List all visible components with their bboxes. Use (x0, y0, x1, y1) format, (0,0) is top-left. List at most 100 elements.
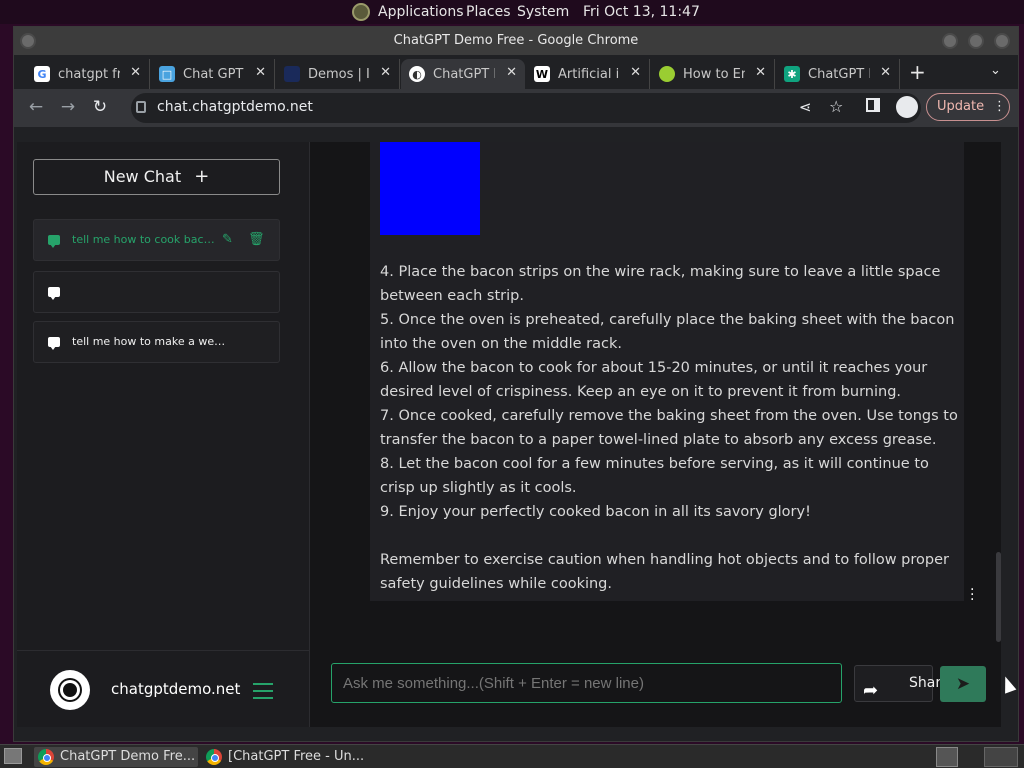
demos-icon (284, 66, 300, 82)
new-chat-label: New Chat (103, 167, 182, 186)
chat-icon: □ (159, 66, 175, 82)
message-closing: Remember to exercise caution when handli… (380, 552, 949, 592)
gnome-logo-icon[interactable] (352, 3, 370, 21)
tab-label: Demos | In (308, 66, 370, 82)
tab-label: ChatGPT F (808, 66, 870, 82)
show-desktop-icon[interactable] (4, 748, 22, 764)
menu-applications[interactable]: Applications (378, 4, 464, 20)
taskbar-item-chatgpt-free[interactable]: [ChatGPT Free - Un... (202, 747, 372, 767)
openai-icon: ✱ (784, 66, 800, 82)
site-name: chatgptdemo.net (111, 680, 241, 698)
google-icon: G (34, 66, 50, 82)
sidebar: New Chat + tell me how to cook bacon ✎ 🗑… (17, 142, 310, 727)
workspace-switcher[interactable] (984, 747, 1018, 767)
new-chat-button[interactable]: New Chat + (33, 159, 280, 195)
close-tab-icon[interactable]: ✕ (255, 65, 266, 80)
window-menu-button[interactable] (20, 33, 36, 49)
tab-label: chatgpt fre (58, 66, 120, 82)
assistant-message: 4. Place the bacon strips on the wire ra… (370, 142, 974, 607)
message-line: 5. Once the oven is preheated, carefully… (380, 312, 955, 352)
edit-icon[interactable]: ✎ (222, 232, 233, 247)
minimize-button[interactable] (942, 33, 958, 49)
wikipedia-icon: W (534, 66, 550, 82)
tab-how-to[interactable]: How to En ✕ (651, 59, 775, 89)
chat-item-label: tell me how to cook bacon (72, 233, 217, 246)
update-button[interactable]: Update ⋮ (926, 93, 1010, 121)
chat-item-cook-bacon[interactable]: tell me how to cook bacon ✎ 🗑 (33, 219, 280, 261)
tab-label: Chat GPT C (183, 66, 245, 82)
close-tab-icon[interactable]: ✕ (880, 65, 891, 80)
site-logo-icon (50, 670, 90, 710)
chevron-down-icon[interactable]: ⌄ (990, 63, 1001, 78)
close-tab-icon[interactable]: ✕ (755, 65, 766, 80)
message-line: 8. Let the bacon cool for a few minutes … (380, 456, 929, 496)
close-tab-icon[interactable]: ✕ (630, 65, 641, 80)
chrome-icon (206, 749, 222, 765)
taskbar-item-chatgpt-demo[interactable]: ChatGPT Demo Fre... (34, 747, 198, 767)
chat-main: 4. Place the bacon strips on the wire ra… (311, 142, 1001, 727)
howto-icon (659, 66, 675, 82)
chat-item-empty[interactable] (33, 271, 280, 313)
share-button[interactable]: ➦ Share (854, 665, 949, 702)
bookmark-star-icon[interactable]: ☆ (829, 97, 843, 116)
chat-item-make-website[interactable]: tell me how to make a website but... (33, 321, 280, 363)
chrome-icon (38, 749, 54, 765)
close-tab-icon[interactable]: ✕ (380, 65, 391, 80)
tab-chat-gpt[interactable]: □ Chat GPT C ✕ (151, 59, 275, 89)
menu-places[interactable]: Places (466, 4, 511, 20)
menu-system[interactable]: System (517, 4, 569, 20)
delete-icon[interactable]: 🗑 (248, 232, 265, 247)
tab-chatgpt-free-search[interactable]: G chatgpt fre ✕ (26, 59, 150, 89)
address-bar[interactable]: chat.chatgptdemo.net ⋖ ☆ (131, 93, 921, 123)
chat-page: New Chat + tell me how to cook bacon ✎ 🗑… (17, 142, 1001, 727)
close-tab-icon[interactable]: ✕ (130, 65, 141, 80)
message-line: 9. Enjoy your perfectly cooked bacon in … (380, 504, 811, 520)
message-input[interactable] (331, 663, 842, 703)
close-tab-icon[interactable]: ✕ (506, 65, 517, 80)
message-line: 7. Once cooked, carefully remove the bak… (380, 408, 958, 448)
profile-avatar-icon[interactable] (896, 96, 918, 118)
tab-strip: G chatgpt fre ✕ □ Chat GPT C ✕ Demos | I… (14, 55, 1018, 89)
tab-chatgpt-demo-active[interactable]: ◐ ChatGPT D ✕ (401, 59, 525, 89)
tab-label: Artificial i (558, 66, 620, 82)
message-options-icon[interactable]: · · · (970, 583, 974, 607)
browser-toolbar: ← → ↻ chat.chatgptdemo.net ⋖ ☆ Update ⋮ (14, 89, 1018, 127)
tray-chrome-icon[interactable] (936, 747, 958, 767)
plus-icon: + (194, 166, 210, 187)
blue-image-block (380, 142, 480, 235)
top-panel: Applications Places System Fri Oct 13, 1… (0, 0, 1024, 24)
maximize-button[interactable] (968, 33, 984, 49)
reload-icon[interactable]: ↻ (90, 97, 110, 117)
chat-item-label: tell me how to make a website but... (72, 335, 230, 348)
tab-artificial-intelligence[interactable]: W Artificial i ✕ (526, 59, 650, 89)
chat-bubble-icon (48, 337, 60, 350)
lock-icon[interactable] (136, 101, 146, 113)
message-text: 4. Place the bacon strips on the wire ra… (380, 260, 960, 596)
clock[interactable]: Fri Oct 13, 11:47 (583, 4, 700, 20)
back-icon[interactable]: ← (26, 97, 46, 117)
share-page-icon[interactable]: ⋖ (799, 98, 812, 116)
new-tab-icon[interactable]: + (909, 60, 926, 84)
sidebar-footer: chatgptdemo.net (17, 650, 310, 727)
send-button[interactable]: ➤ (940, 666, 986, 702)
update-label: Update (937, 99, 985, 114)
send-icon: ➤ (955, 674, 971, 694)
scrollbar[interactable] (996, 552, 1001, 642)
close-window-button[interactable] (994, 33, 1010, 49)
tab-label: ChatGPT D (433, 66, 495, 82)
chatgptdemo-icon: ◐ (409, 66, 425, 82)
side-panel-icon[interactable] (866, 98, 880, 112)
tab-chatgpt-free[interactable]: ✱ ChatGPT F ✕ (776, 59, 900, 89)
taskbar: ChatGPT Demo Fre... [ChatGPT Free - Un..… (0, 744, 1024, 768)
hamburger-menu-icon[interactable] (253, 683, 273, 699)
tab-label: How to En (683, 66, 745, 82)
message-line: 4. Place the bacon strips on the wire ra… (380, 264, 941, 304)
tab-demos[interactable]: Demos | In ✕ (276, 59, 400, 89)
more-menu-icon[interactable]: ⋮ (993, 94, 1006, 120)
url-text: chat.chatgptdemo.net (157, 99, 313, 115)
chat-bubble-icon (48, 287, 60, 300)
message-line: 6. Allow the bacon to cook for about 15-… (380, 360, 928, 400)
forward-icon[interactable]: → (58, 97, 78, 117)
taskbar-item-label: ChatGPT Demo Fre... (60, 749, 196, 764)
share-arrow-icon: ➦ (863, 680, 879, 701)
